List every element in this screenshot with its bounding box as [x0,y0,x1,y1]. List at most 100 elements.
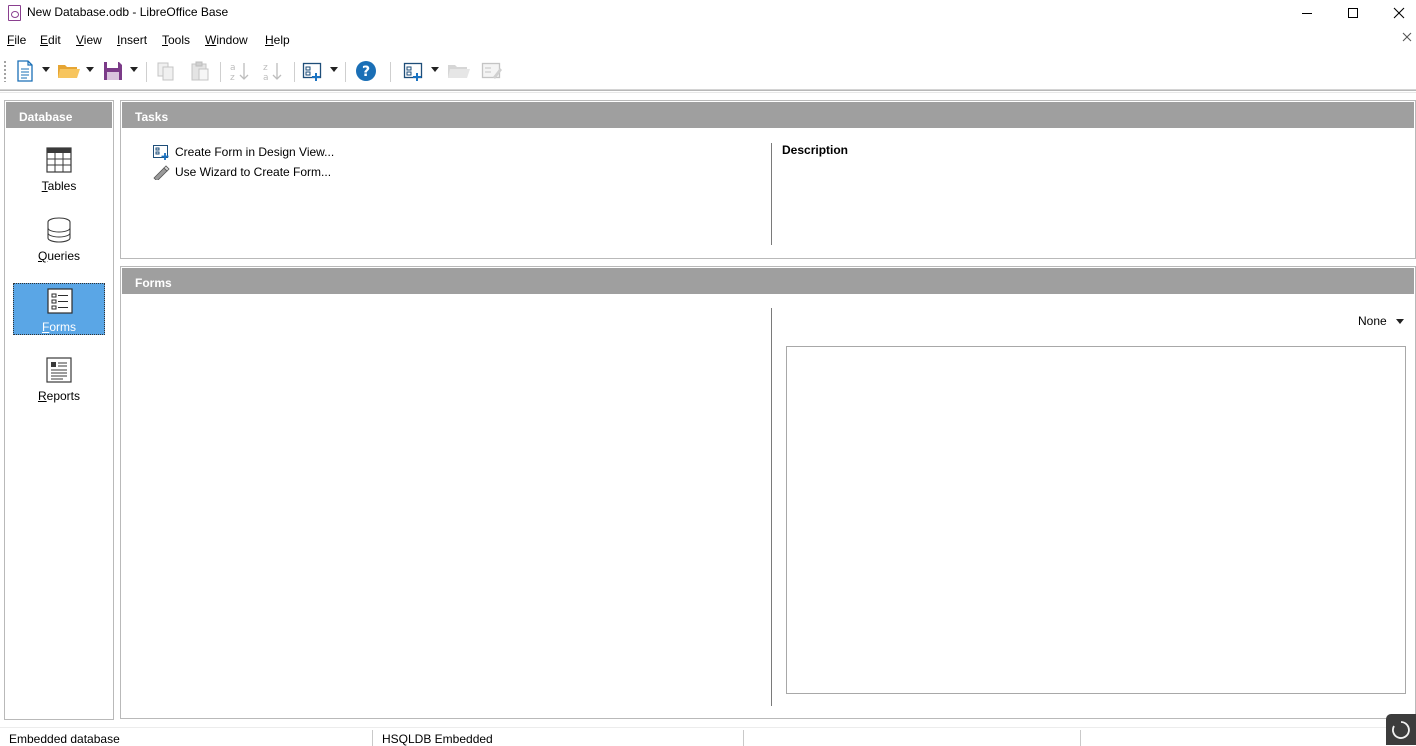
database-icon [47,217,71,243]
preview-mode-dropdown[interactable]: None [1358,314,1404,328]
toolbar-separator [146,62,147,82]
close-window-button[interactable] [1376,0,1416,26]
window-title: New Database.odb - LibreOffice Base [27,5,229,19]
database-item-queries[interactable]: Queries [13,213,105,265]
maximize-icon [1348,8,1358,18]
report-icon [46,357,72,383]
save-icon [104,62,122,80]
form-icon [47,288,73,314]
task-use-wizard-create-form[interactable]: Use Wizard to Create Form... [153,163,331,181]
help-icon: ? [356,61,376,81]
tasks-panel: Tasks Create Form in Design View... Use … [120,100,1416,259]
status-separator [1080,730,1081,746]
forms-panel-header: Forms [122,268,1414,294]
svg-text:a: a [263,73,269,82]
save-dropdown-arrow[interactable] [130,67,138,72]
sort-descending-icon: z a [263,63,282,82]
database-panel-header: Database [6,102,112,128]
form-design-dropdown-arrow[interactable] [431,67,439,72]
open-dropdown-arrow[interactable] [86,67,94,72]
libreoffice-base-icon [8,5,21,21]
open-folder-icon [58,65,80,78]
menu-insert[interactable]: Insert [117,33,147,47]
toolbar-divider-shadow [0,92,1416,93]
new-dropdown-arrow[interactable] [42,67,50,72]
forms-panel: Forms None [120,266,1416,719]
close-icon [1393,7,1405,19]
refresh-icon [1392,720,1410,739]
database-item-forms[interactable]: Forms [13,283,105,335]
task-label: Use Wizard to Create Form... [175,165,332,179]
database-panel: Database Tables Queries Forms Reports [4,100,114,720]
chevron-down-icon [1395,318,1404,324]
sort-descending-button[interactable]: z a [260,58,286,84]
sort-ascending-button[interactable]: a z [227,58,253,84]
minimize-button[interactable] [1284,0,1330,26]
task-label: Create Form in Design View... [175,145,335,159]
tasks-panel-header: Tasks [122,102,1414,128]
status-bar: Embedded database HSQLDB Embedded [0,727,1416,746]
copy-button[interactable] [153,58,179,84]
form-design-button[interactable] [401,58,427,84]
toolbar-separator [345,62,346,82]
svg-text:z: z [263,63,268,73]
form-design-icon [153,144,169,160]
form-icon [302,62,322,81]
menu-tools[interactable]: Tools [162,33,190,47]
open-button[interactable] [56,58,82,84]
preview-area [786,346,1406,694]
description-title: Description [782,143,849,157]
forms-splitter[interactable] [771,308,772,706]
toolbar-separator [390,62,391,82]
forms-label: Forms [41,320,76,334]
maximize-button[interactable] [1330,0,1376,26]
svg-text:z: z [230,73,235,82]
task-create-form-design-view[interactable]: Create Form in Design View... [153,143,334,161]
queries-label: Queries [37,249,81,263]
svg-text:a: a [230,63,236,73]
wizard-wand-icon [153,164,170,180]
new-button[interactable] [12,58,38,84]
open-object-icon [448,65,470,78]
toolbar-separator [294,62,295,82]
menu-view[interactable]: View [76,33,102,47]
copy-icon [157,62,174,81]
edit-object-button[interactable] [479,58,505,84]
form-dropdown-arrow[interactable] [330,67,338,72]
database-item-reports[interactable]: Reports [13,353,105,405]
paste-icon [191,61,209,81]
tasks-splitter[interactable] [771,143,772,245]
toolbar-grip[interactable] [4,60,6,82]
title-bar: New Database.odb - LibreOffice Base [0,0,1416,26]
table-icon [46,147,72,173]
standard-toolbar: a z z a ? [0,52,1416,90]
loading-spinner-icon [1386,714,1416,745]
minimize-icon [1302,13,1312,14]
menu-window[interactable]: Window [205,33,248,47]
toolbar-separator [220,62,221,82]
database-item-tables[interactable]: Tables [13,143,105,195]
form-design-icon [403,62,423,81]
new-form-button[interactable] [300,58,326,84]
close-document-icon[interactable] [1401,31,1413,43]
status-separator [743,730,744,746]
preview-mode-value: None [1358,314,1387,328]
new-document-icon [17,60,33,82]
tables-label: Tables [41,179,77,193]
reports-label: Reports [37,389,81,403]
save-button[interactable] [100,58,126,84]
open-object-button[interactable] [446,58,472,84]
status-database-type: Embedded database [9,732,120,746]
status-separator [372,730,373,746]
menu-file[interactable]: File [7,33,26,47]
svg-text:?: ? [362,64,370,80]
status-engine: HSQLDB Embedded [382,732,493,746]
paste-button[interactable] [187,58,213,84]
help-button[interactable]: ? [353,58,379,84]
edit-object-icon [481,62,502,79]
sort-ascending-icon: a z [230,63,249,82]
menu-edit[interactable]: Edit [40,33,61,47]
toolbar-divider [0,90,1416,91]
menu-bar: File Edit View Insert Tools Window Help [0,28,1416,52]
menu-help[interactable]: Help [265,33,290,47]
